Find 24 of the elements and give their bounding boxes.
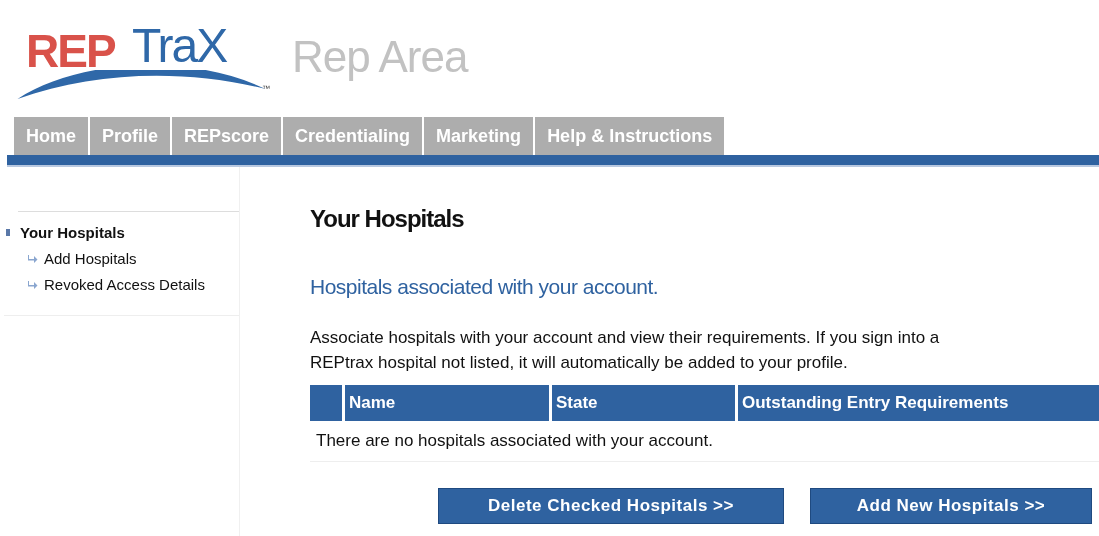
action-button[interactable]: Delete Checked Hospitals >>: [438, 488, 784, 524]
table-header-cell: [310, 385, 342, 421]
table-header-cell: Name: [345, 385, 549, 421]
table-header-cell: Outstanding Entry Requirements: [738, 385, 1099, 421]
area-title: Rep Area: [292, 32, 468, 82]
nav-tab[interactable]: Home: [14, 117, 90, 155]
nav-tab[interactable]: Marketing: [424, 117, 536, 155]
page-title: Your Hospitals: [310, 205, 465, 233]
sidebar-item[interactable]: Your Hospitals: [20, 224, 125, 241]
bullet-icon: [6, 229, 10, 236]
sidebar-item[interactable]: Revoked Access Details: [44, 276, 205, 293]
sidebar-item[interactable]: Add Hospitals: [44, 250, 137, 267]
action-button[interactable]: Add New Hospitals >>: [810, 488, 1092, 524]
intro-text: Associate hospitals with your account and view their requirements. If you sign into a REPtrax hospital not listed, it will automatically be added to your profile.: [310, 327, 941, 374]
arrow-icon: [28, 254, 38, 263]
nav-tab[interactable]: Credentialing: [283, 117, 425, 155]
empty-message: There are no hospitals associated with your account.: [310, 421, 1099, 462]
nav-tab[interactable]: Help & Instructions: [535, 117, 727, 155]
logo: REP TraX ™: [18, 10, 274, 100]
nav-tab[interactable]: REPscore: [172, 117, 284, 155]
section-subtitle: Hospitals associated with your account.: [310, 275, 660, 299]
table-header-cell: State: [552, 385, 735, 421]
arrow-icon: [28, 280, 38, 289]
nav-tab[interactable]: Profile: [90, 117, 173, 155]
